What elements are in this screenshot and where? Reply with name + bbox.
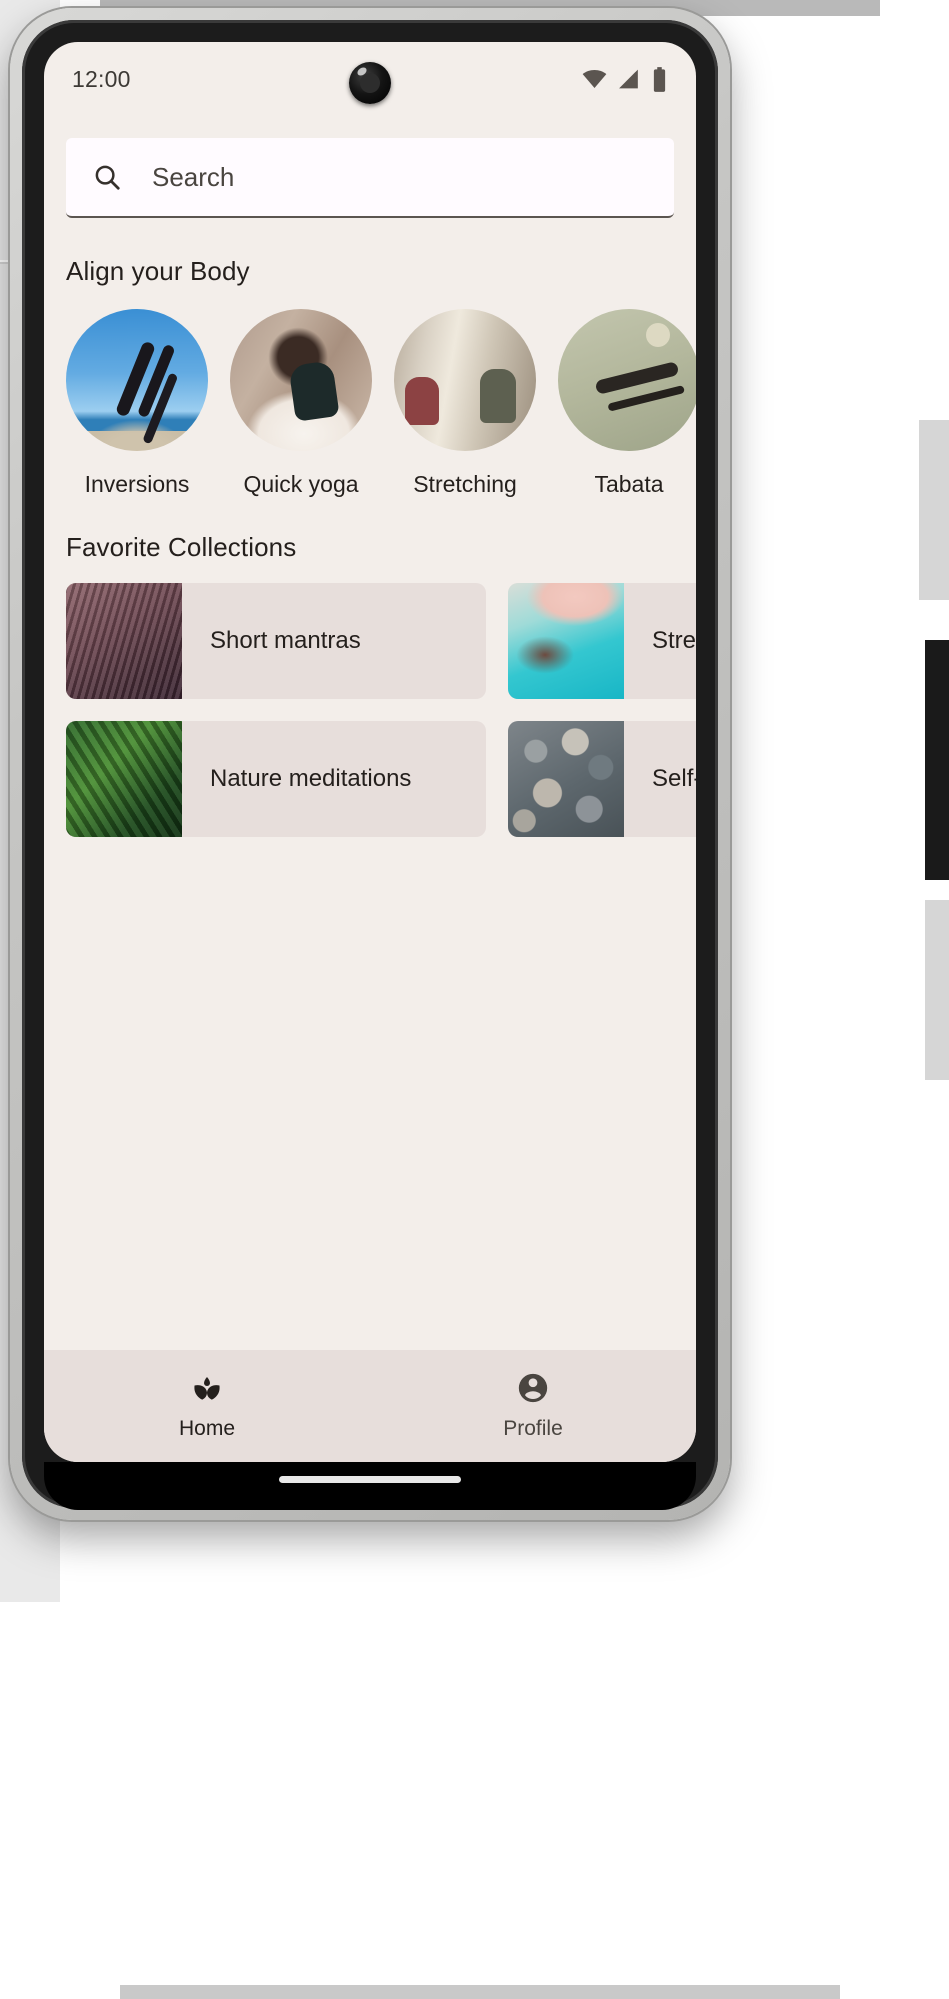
phone-bezel: 12:00 Search Align your Body Inversions … [22, 20, 718, 1510]
favorite-card-stress-and-anxiety[interactable]: Stress and anxiety [508, 583, 696, 699]
align-thumbnail-tabata [558, 309, 696, 451]
account-circle-icon [516, 1371, 550, 1405]
search-bar-container: Search [44, 116, 696, 218]
system-gesture-area [44, 1462, 696, 1510]
favorite-card-self-massage[interactable]: Self-massage [508, 721, 696, 837]
nav-item-profile[interactable]: Profile [370, 1371, 696, 1441]
search-input[interactable]: Search [66, 138, 674, 218]
phone-device-frame: 12:00 Search Align your Body Inversions … [10, 8, 730, 1520]
align-label: Quick yoga [243, 471, 359, 497]
battery-icon [651, 66, 668, 93]
favorite-card-nature-meditations[interactable]: Nature meditations [66, 721, 486, 837]
cell-signal-icon [617, 67, 642, 92]
favorite-thumbnail-stress-and-anxiety [508, 583, 624, 699]
status-bar: 12:00 [44, 42, 696, 116]
search-placeholder-text: Search [152, 161, 235, 192]
favorites-section-title: Favorite Collections [66, 532, 297, 562]
app-content: 12:00 Search Align your Body Inversions … [44, 42, 696, 1350]
align-your-body-carousel[interactable]: Inversions Quick yoga Stretching Tabata [44, 309, 696, 498]
favorite-thumbnail-short-mantras [66, 583, 182, 699]
favorite-card-label: Stress and anxiety [652, 627, 696, 654]
nav-item-home[interactable]: Home [44, 1371, 370, 1441]
desktop-backdrop-right-lower [925, 900, 949, 1080]
desktop-backdrop-right-upper [919, 420, 949, 600]
home-gesture-indicator[interactable] [279, 1476, 461, 1483]
favorite-thumbnail-nature-meditations [66, 721, 182, 837]
favorite-card-label: Nature meditations [210, 765, 412, 792]
favorite-thumbnail-self-massage [508, 721, 624, 837]
spa-lotus-icon [190, 1371, 224, 1405]
favorite-collections-grid[interactable]: Short mantras Stress and anxiety Nature … [44, 583, 696, 837]
align-thumbnail-inversions [66, 309, 208, 451]
favorite-card-label: Self-massage [652, 765, 696, 792]
align-thumbnail-stretching [394, 309, 536, 451]
bottom-navigation-bar: Home Profile [44, 1350, 696, 1462]
status-bar-clock: 12:00 [72, 65, 131, 92]
align-thumbnail-quick-yoga [230, 309, 372, 451]
align-item-quick-yoga[interactable]: Quick yoga [230, 309, 372, 498]
align-label: Inversions [84, 471, 190, 497]
phone-screen: 12:00 Search Align your Body Inversions … [44, 42, 696, 1462]
favorites-row: Nature meditations Self-massage [66, 721, 696, 837]
search-icon [92, 162, 122, 192]
align-item-inversions[interactable]: Inversions [66, 309, 208, 498]
align-item-tabata[interactable]: Tabata [558, 309, 696, 498]
wifi-icon [581, 66, 608, 93]
screenshot-stage: 12:00 Search Align your Body Inversions … [0, 0, 949, 1999]
align-item-stretching[interactable]: Stretching [394, 309, 536, 498]
status-bar-icons [581, 66, 668, 93]
favorites-row: Short mantras Stress and anxiety [66, 583, 696, 699]
align-section-title: Align your Body [66, 256, 250, 286]
favorite-card-label: Short mantras [210, 627, 361, 654]
favorite-card-short-mantras[interactable]: Short mantras [66, 583, 486, 699]
nav-label: Profile [503, 1417, 563, 1440]
desktop-backdrop-bottom [120, 1985, 840, 1999]
align-label: Tabata [594, 471, 664, 497]
align-label: Stretching [413, 471, 517, 497]
front-camera-punch-hole [349, 62, 391, 104]
desktop-backdrop-right-dark [925, 640, 949, 880]
nav-label: Home [178, 1417, 236, 1440]
